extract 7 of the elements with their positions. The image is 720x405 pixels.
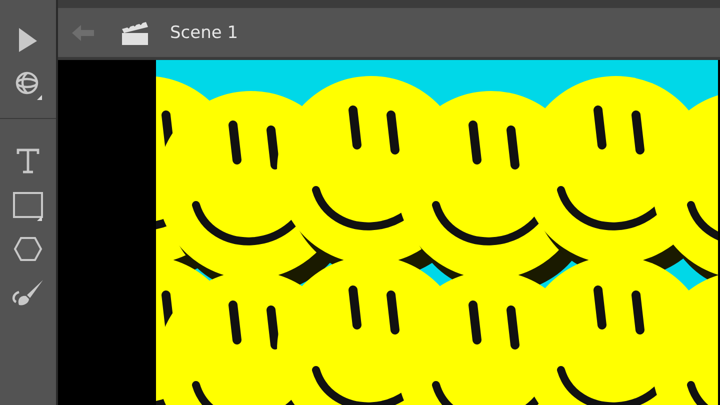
rectangle-tool-icon[interactable] — [12, 191, 44, 219]
paintbrush-icon[interactable] — [11, 278, 45, 308]
clapperboard-icon — [120, 20, 150, 46]
scene-name[interactable]: Scene 1 — [170, 22, 238, 42]
text-tool-icon[interactable] — [16, 148, 40, 174]
hexagon-tool-icon[interactable] — [13, 236, 43, 262]
selection-arrow-icon[interactable] — [17, 27, 39, 53]
